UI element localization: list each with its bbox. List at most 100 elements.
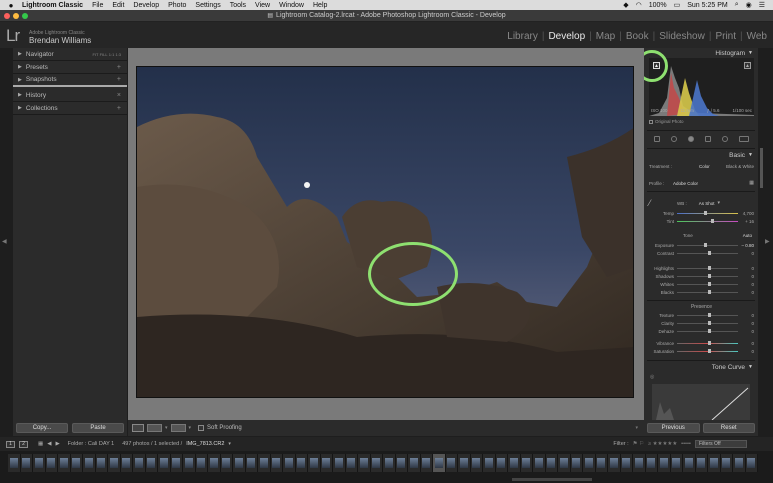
battery-icon[interactable]: ▭ [674,1,681,9]
filmstrip-thumbnail[interactable] [595,454,608,472]
filmstrip-scrollbar[interactable] [511,477,592,481]
temp-slider[interactable]: Temp 4,700 [649,211,754,216]
module-map[interactable]: Map [596,31,615,42]
soft-proofing-checkbox[interactable] [198,425,205,431]
dropdown-arrow-icon[interactable]: ▾ [189,425,192,431]
zoom-window-icon[interactable] [22,13,28,19]
add-snapshot-icon[interactable]: + [117,76,121,83]
user-avatar-icon[interactable]: ◉ [746,1,752,9]
filmstrip-thumbnail[interactable] [8,454,21,472]
vibrance-slider[interactable]: Vibrance 0 [649,341,754,346]
filmstrip-thumbnail[interactable] [670,454,683,472]
menu-settings[interactable]: Settings [195,2,220,9]
filmstrip-thumbnail[interactable] [745,454,758,472]
apple-icon[interactable]: ● [6,1,16,10]
filmstrip-thumbnail[interactable] [708,454,721,472]
filmstrip-thumbnail[interactable] [170,454,183,472]
filmstrip-thumbnail[interactable] [20,454,33,472]
tint-slider[interactable]: Tint + 16 [649,219,754,224]
dehaze-slider[interactable]: Dehaze 0 [649,329,754,334]
grid-view-icon[interactable]: ▦ [38,441,43,447]
filmstrip-thumbnail[interactable] [633,454,646,472]
toolbar-menu-icon[interactable]: ▾ [635,425,638,431]
dropdown-arrow-icon[interactable]: ▾ [228,441,231,447]
tone-curve-header[interactable]: Tone Curve ▼ [644,362,758,372]
filmstrip-thumbnail[interactable] [395,454,408,472]
filmstrip-thumbnail[interactable] [570,454,583,472]
menu-help[interactable]: Help [313,2,327,9]
previous-photo-icon[interactable]: ◀ [47,441,51,447]
filmstrip-thumbnail[interactable] [345,454,358,472]
presets-header[interactable]: ▶ Presets + [13,61,127,74]
filmstrip-thumbnail[interactable] [158,454,171,472]
radial-filter-icon[interactable] [721,136,728,142]
profile-dropdown[interactable]: Adobe Color [673,181,698,186]
red-eye-tool-icon[interactable] [688,136,695,142]
filmstrip-thumbnail[interactable] [270,454,283,472]
minimize-window-icon[interactable] [13,13,19,19]
loupe-view-icon[interactable] [132,424,144,432]
dropdown-arrow-icon[interactable]: ▾ [165,425,168,431]
filmstrip-thumbnail[interactable] [320,454,333,472]
filmstrip-thumbnail[interactable] [383,454,396,472]
filmstrip-thumbnail[interactable] [545,454,558,472]
rating-filter-icon[interactable]: ≥ ★★★★★ [648,441,677,447]
menu-photo[interactable]: Photo [168,2,186,9]
filmstrip-thumbnail[interactable] [470,454,483,472]
filmstrip-thumbnail[interactable] [120,454,133,472]
filmstrip-thumbnail[interactable] [408,454,421,472]
filmstrip-thumbnail[interactable] [720,454,733,472]
second-window-button[interactable]: 2 [19,440,28,448]
filmstrip-thumbnail[interactable] [733,454,746,472]
snapshots-header[interactable]: ▶ Snapshots + [13,74,127,87]
filmstrip-thumbnail[interactable] [583,454,596,472]
menu-develop[interactable]: Develop [133,2,159,9]
crop-tool-icon[interactable] [654,136,661,142]
copy-settings-button[interactable]: Copy... [16,423,68,433]
treatment-bw-option[interactable]: Black & White [726,164,754,169]
filmstrip-thumbnail[interactable] [445,454,458,472]
paste-settings-button[interactable]: Paste [72,423,124,433]
filmstrip-thumbnail[interactable] [508,454,521,472]
left-panel-toggle-icon[interactable]: ◀ [2,238,7,245]
reset-button[interactable]: Reset [702,423,755,433]
highlights-slider[interactable]: Highlights 0 [649,266,754,271]
spot-removal-tool-icon[interactable] [671,136,678,142]
color-label-filter-icon[interactable]: ▪▪▪▪▪ [681,441,691,447]
spotlight-icon[interactable]: ⌕ [735,1,739,9]
wb-eyedropper-icon[interactable]: ⁄ [649,198,661,208]
filmstrip-thumbnail[interactable] [58,454,71,472]
wb-dropdown[interactable]: As Shot [699,201,715,206]
filmstrip-thumbnail[interactable] [195,454,208,472]
close-window-icon[interactable] [4,13,10,19]
clarity-slider[interactable]: Clarity 0 [649,321,754,326]
menu-app-name[interactable]: Lightroom Classic [22,2,83,9]
filmstrip-thumbnail[interactable] [358,454,371,472]
module-library[interactable]: Library [507,31,538,42]
contrast-slider[interactable]: Contrast 0 [649,251,754,256]
module-develop[interactable]: Develop [548,31,585,42]
treatment-color-option[interactable]: Color [699,164,710,169]
dropdown-arrow-icon[interactable]: ▾ [718,200,721,206]
filmstrip-thumbnail[interactable] [108,454,121,472]
filmstrip-thumbnail[interactable] [183,454,196,472]
filmstrip-thumbnail[interactable] [33,454,46,472]
filmstrip-thumbnail[interactable] [520,454,533,472]
menu-tools[interactable]: Tools [230,2,246,9]
tone-curve-graph[interactable] [652,384,750,420]
filmstrip-thumbnail[interactable] [420,454,433,472]
targeted-adjustment-icon[interactable]: ◎ [650,374,654,380]
graduated-filter-icon[interactable] [704,136,711,142]
filmstrip-thumbnail[interactable] [45,454,58,472]
auto-tone-button[interactable]: Auto [743,233,752,238]
filmstrip-thumbnail[interactable] [333,454,346,472]
filmstrip-thumbnail[interactable] [658,454,671,472]
filmstrip-thumbnail[interactable] [95,454,108,472]
module-book[interactable]: Book [626,31,649,42]
navigator-zoom-options[interactable]: FIT FILL 1:1 1:3 [92,52,121,57]
filmstrip-thumbnail[interactable] [695,454,708,472]
highlight-clipping-icon[interactable]: ▲ [744,62,751,69]
filmstrip-thumbnail[interactable] [70,454,83,472]
filmstrip-thumbnail[interactable] [558,454,571,472]
photo-preview[interactable] [136,66,634,398]
